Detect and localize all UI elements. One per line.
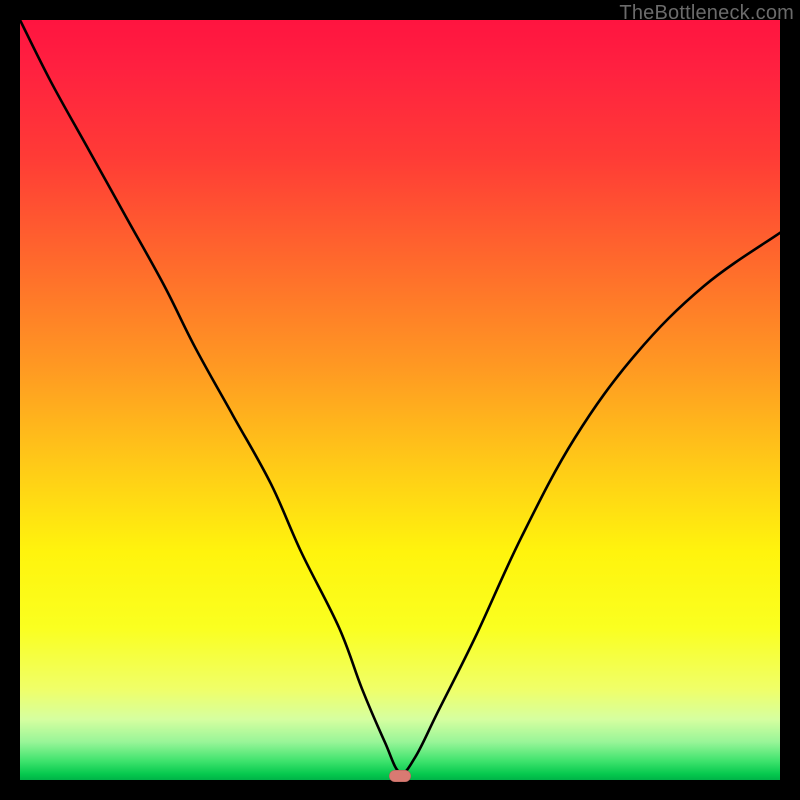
minimum-marker (389, 770, 411, 782)
watermark-text: TheBottleneck.com (619, 2, 794, 25)
chart-frame: TheBottleneck.com (0, 0, 800, 800)
plot-area (20, 20, 780, 780)
curve-path (20, 20, 780, 773)
bottleneck-curve (20, 20, 780, 780)
